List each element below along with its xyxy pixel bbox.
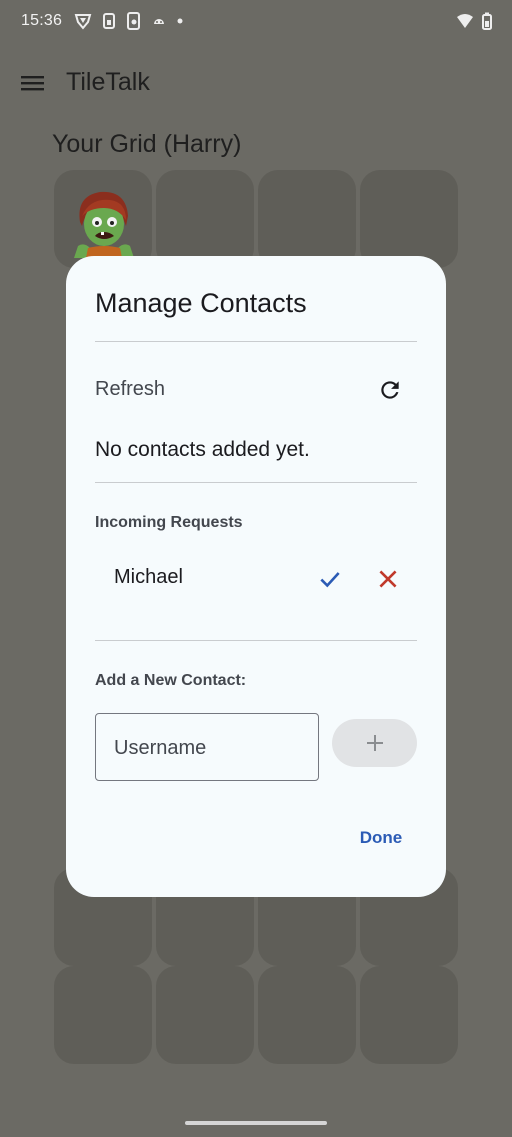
refresh-label: Refresh bbox=[95, 378, 166, 400]
close-icon[interactable] bbox=[375, 566, 401, 592]
status-time: 15:36 bbox=[21, 12, 63, 29]
grid-tile[interactable] bbox=[156, 966, 254, 1064]
add-contact-label: Add a New Contact: bbox=[95, 672, 247, 689]
done-button[interactable]: Done bbox=[346, 828, 416, 852]
dot-icon bbox=[177, 18, 183, 24]
sim-icon bbox=[103, 13, 115, 29]
app-title: TileTalk bbox=[66, 68, 150, 96]
grid-title: Your Grid (Harry) bbox=[52, 130, 242, 158]
status-bar: 15:36 bbox=[0, 0, 512, 44]
grid-tile[interactable] bbox=[258, 966, 356, 1064]
status-right-icons bbox=[456, 12, 492, 30]
refresh-icon[interactable] bbox=[377, 377, 403, 403]
status-icons bbox=[74, 12, 184, 30]
android-icon bbox=[154, 19, 164, 24]
wifi-icon bbox=[457, 14, 473, 28]
check-icon[interactable] bbox=[317, 566, 343, 592]
grid-tile[interactable] bbox=[360, 170, 458, 268]
manage-contacts-dialog: Manage Contacts Refresh No contacts adde… bbox=[66, 256, 446, 897]
grid-tile[interactable] bbox=[156, 170, 254, 268]
incoming-requests-label: Incoming Requests bbox=[95, 514, 243, 531]
add-contact-button[interactable] bbox=[332, 719, 417, 767]
empty-contacts-text: No contacts added yet. bbox=[95, 438, 310, 461]
grid-tile[interactable] bbox=[258, 170, 356, 268]
username-field[interactable] bbox=[95, 713, 319, 782]
divider bbox=[95, 341, 417, 342]
home-indicator[interactable] bbox=[185, 1121, 327, 1125]
divider bbox=[95, 640, 417, 641]
menu-icon[interactable] bbox=[20, 72, 46, 94]
grid-tile[interactable] bbox=[54, 966, 152, 1064]
grid-tile[interactable] bbox=[360, 966, 458, 1064]
battery-icon bbox=[482, 12, 492, 30]
refresh-row[interactable]: Refresh bbox=[95, 372, 417, 408]
vpn-shield-icon bbox=[74, 14, 92, 30]
request-name: Michael bbox=[114, 566, 183, 588]
app-bar: TileTalk bbox=[0, 56, 512, 112]
request-row: Michael bbox=[95, 558, 417, 598]
phone-lock-icon bbox=[127, 12, 140, 30]
divider bbox=[95, 482, 417, 483]
username-input[interactable] bbox=[112, 714, 306, 782]
plus-icon bbox=[366, 735, 383, 751]
zombie-avatar-icon bbox=[74, 191, 134, 258]
dialog-title: Manage Contacts bbox=[95, 288, 307, 318]
